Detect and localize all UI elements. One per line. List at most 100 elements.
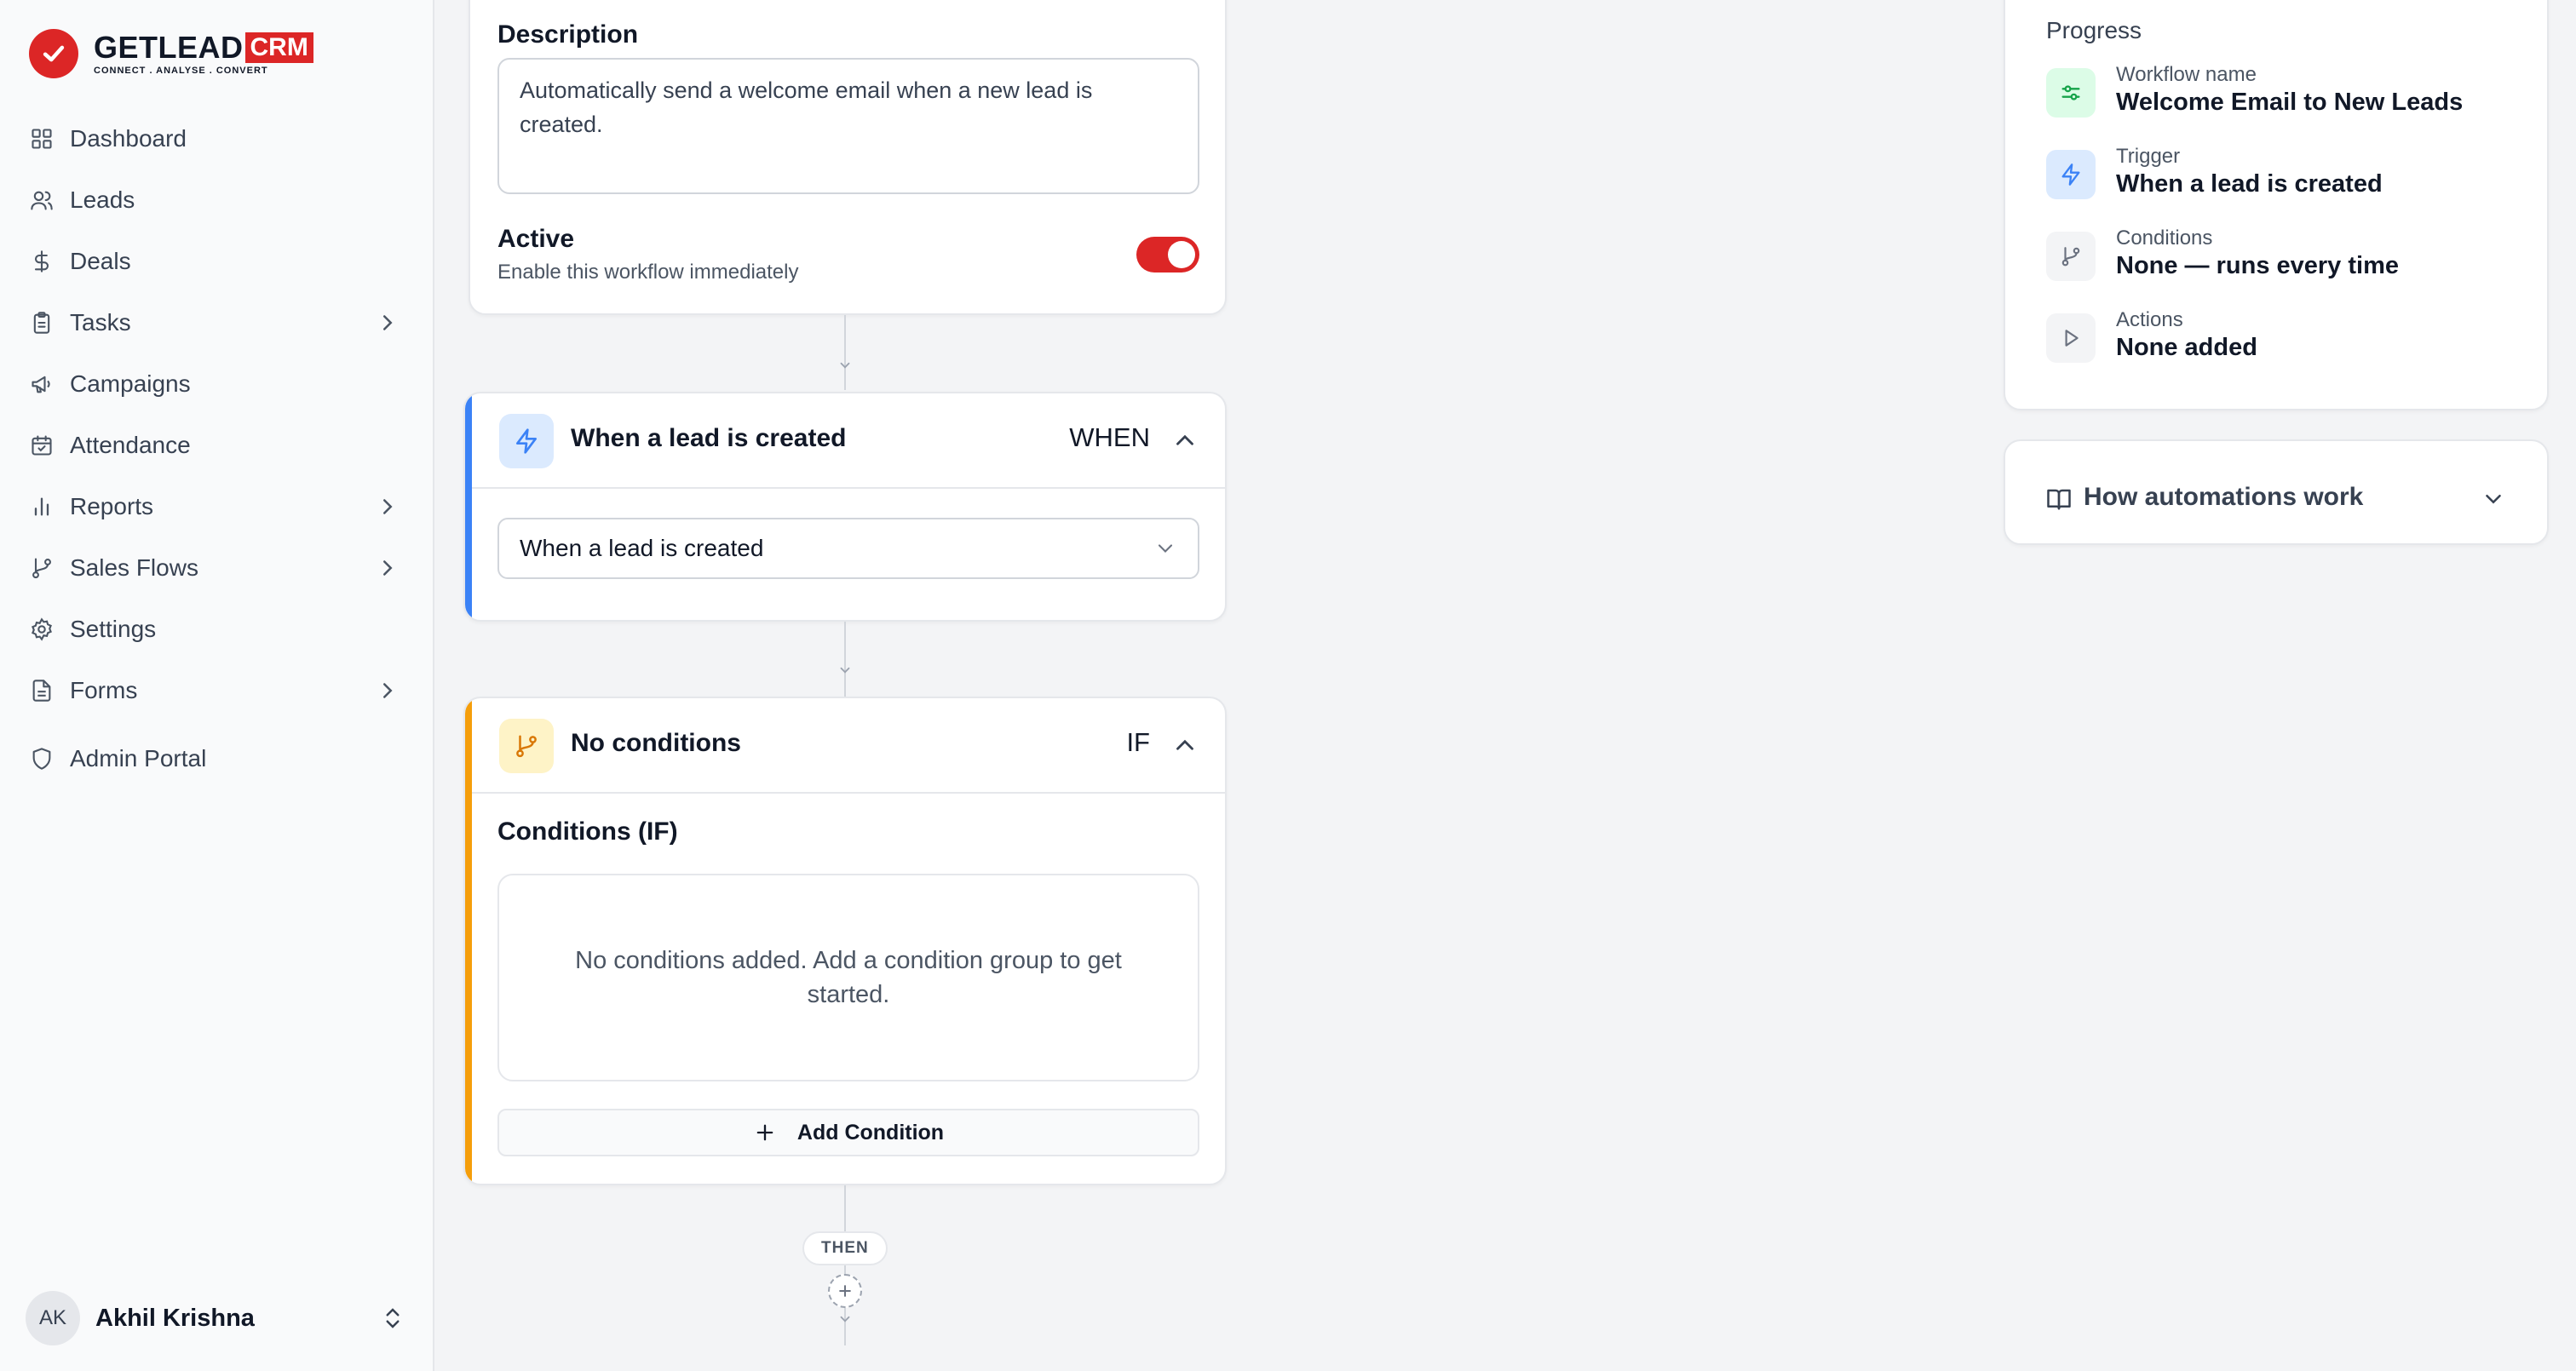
step-accent-bar: [465, 393, 472, 620]
git-branch-icon: [29, 555, 55, 581]
progress-item-workflow-name: Workflow name Welcome Email to New Leads: [2046, 63, 2489, 131]
sidebar-item-settings[interactable]: Settings: [20, 605, 412, 653]
sidebar-item-label: Dashboard: [70, 125, 187, 152]
dollar-icon: [29, 249, 55, 274]
progress-item-label: Conditions: [2116, 227, 2213, 250]
sidebar: GETLEAD CRM CONNECT . ANALYSE . CONVERT …: [0, 0, 434, 1371]
plus-icon: [837, 1282, 854, 1299]
sidebar-item-campaigns[interactable]: Campaigns: [20, 360, 412, 408]
book-open-icon: [2046, 486, 2072, 512]
sliders-icon: [2046, 68, 2096, 118]
play-icon: [2046, 313, 2096, 363]
progress-item-value: None — runs every time: [2116, 252, 2399, 279]
bar-chart-icon: [29, 494, 55, 519]
chevron-up-icon[interactable]: [1170, 426, 1199, 455]
chevron-right-icon: [375, 555, 400, 581]
sidebar-item-label: Sales Flows: [70, 554, 198, 581]
sidebar-item-tasks[interactable]: Tasks: [20, 299, 412, 347]
sidebar-item-sales-flows[interactable]: Sales Flows: [20, 544, 412, 592]
how-automations-work-toggle[interactable]: How automations work: [2004, 439, 2549, 545]
chevron-down-icon: [1153, 536, 1177, 560]
active-label: Active: [497, 225, 575, 253]
plus-icon: [753, 1121, 777, 1144]
progress-title: Progress: [2046, 17, 2142, 43]
sidebar-item-admin-portal[interactable]: Admin Portal: [20, 735, 412, 783]
sidebar-item-label: Settings: [70, 616, 157, 642]
progress-item-value: None added: [2116, 334, 2257, 361]
flow-connector: [844, 622, 846, 697]
sidebar-item-label: Admin Portal: [70, 745, 207, 772]
sidebar-item-label: Forms: [70, 677, 138, 703]
sidebar-item-leads[interactable]: Leads: [20, 176, 412, 224]
sidebar-item-reports[interactable]: Reports: [20, 483, 412, 531]
clipboard-icon: [29, 310, 55, 336]
how-automations-work-title: How automations work: [2084, 483, 2364, 511]
conditions-section-label: Conditions (IF): [497, 817, 678, 846]
sidebar-item-forms[interactable]: Forms: [20, 667, 412, 714]
trigger-select[interactable]: When a lead is created: [497, 518, 1199, 579]
sidebar-item-label: Leads: [70, 186, 135, 213]
progress-item-value: When a lead is created: [2116, 170, 2383, 198]
bolt-icon: [2046, 150, 2096, 199]
flow-connector: [844, 1185, 846, 1231]
shield-icon: [29, 746, 55, 772]
calendar-check-icon: [29, 433, 55, 458]
active-hint: Enable this workflow immediately: [497, 261, 799, 284]
conditions-empty-state: No conditions added. Add a condition gro…: [497, 874, 1199, 1081]
then-badge: THEN: [802, 1231, 888, 1265]
trigger-select-value: When a lead is created: [520, 535, 764, 561]
progress-card: Progress Workflow name Welcome Email to …: [2004, 0, 2549, 410]
progress-item-trigger: Trigger When a lead is created: [2046, 145, 2489, 213]
chevron-right-icon: [375, 494, 400, 519]
add-action-step-button[interactable]: [828, 1274, 862, 1308]
progress-item-label: Workflow name: [2116, 63, 2257, 86]
workflow-details-card: Description Automatically send a welcome…: [469, 0, 1227, 315]
user-name: Akhil Krishna: [95, 1304, 255, 1332]
condition-step-tag: IF: [1126, 727, 1150, 757]
progress-item-conditions: Conditions None — runs every time: [2046, 227, 2489, 295]
chevrons-up-down-icon: [380, 1305, 405, 1331]
description-label: Description: [497, 20, 639, 49]
trigger-step-header[interactable]: When a lead is created WHEN: [472, 393, 1225, 489]
brand-name: GETLEAD: [94, 30, 244, 65]
grid-icon: [29, 126, 55, 152]
sidebar-item-attendance[interactable]: Attendance: [20, 422, 412, 469]
step-accent-bar: [465, 698, 472, 1184]
sidebar-item-dashboard[interactable]: Dashboard: [20, 115, 412, 163]
chevron-up-icon[interactable]: [1170, 731, 1199, 760]
progress-item-actions: Actions None added: [2046, 308, 2489, 376]
chevron-down-icon: [837, 1311, 853, 1327]
chevron-right-icon: [375, 678, 400, 703]
git-branch-icon: [2046, 232, 2096, 281]
check-logo-icon: [29, 29, 78, 78]
add-condition-label: Add Condition: [796, 1120, 945, 1144]
git-branch-icon: [499, 719, 554, 773]
gear-icon: [29, 617, 55, 642]
avatar: AK: [26, 1291, 80, 1345]
chevron-right-icon: [375, 310, 400, 336]
sidebar-item-label: Tasks: [70, 309, 131, 336]
active-toggle[interactable]: [1136, 237, 1199, 272]
file-text-icon: [29, 678, 55, 703]
users-icon: [29, 187, 55, 213]
trigger-step-card: When a lead is created WHEN When a lead …: [463, 392, 1227, 622]
chevron-down-icon: [2481, 486, 2506, 512]
description-field[interactable]: Automatically send a welcome email when …: [497, 58, 1199, 194]
chevron-down-icon: [837, 663, 853, 678]
sidebar-item-label: Reports: [70, 493, 154, 519]
bolt-icon: [499, 414, 554, 468]
brand-badge: CRM: [244, 32, 313, 63]
toggle-knob: [1168, 241, 1195, 268]
sidebar-item-label: Attendance: [70, 432, 191, 458]
brand-tagline: CONNECT . ANALYSE . CONVERT: [94, 66, 268, 76]
megaphone-icon: [29, 371, 55, 397]
add-condition-button[interactable]: Add Condition: [497, 1109, 1199, 1156]
flow-connector: [844, 315, 846, 390]
chevron-down-icon: [837, 358, 853, 373]
sidebar-item-label: Campaigns: [70, 370, 191, 397]
sidebar-item-deals[interactable]: Deals: [20, 238, 412, 285]
user-menu[interactable]: AK Akhil Krishna: [26, 1291, 414, 1345]
trigger-step-tag: WHEN: [1069, 422, 1150, 452]
brand-logo[interactable]: GETLEAD CRM CONNECT . ANALYSE . CONVERT: [29, 27, 313, 80]
condition-step-header[interactable]: No conditions IF: [472, 698, 1225, 794]
